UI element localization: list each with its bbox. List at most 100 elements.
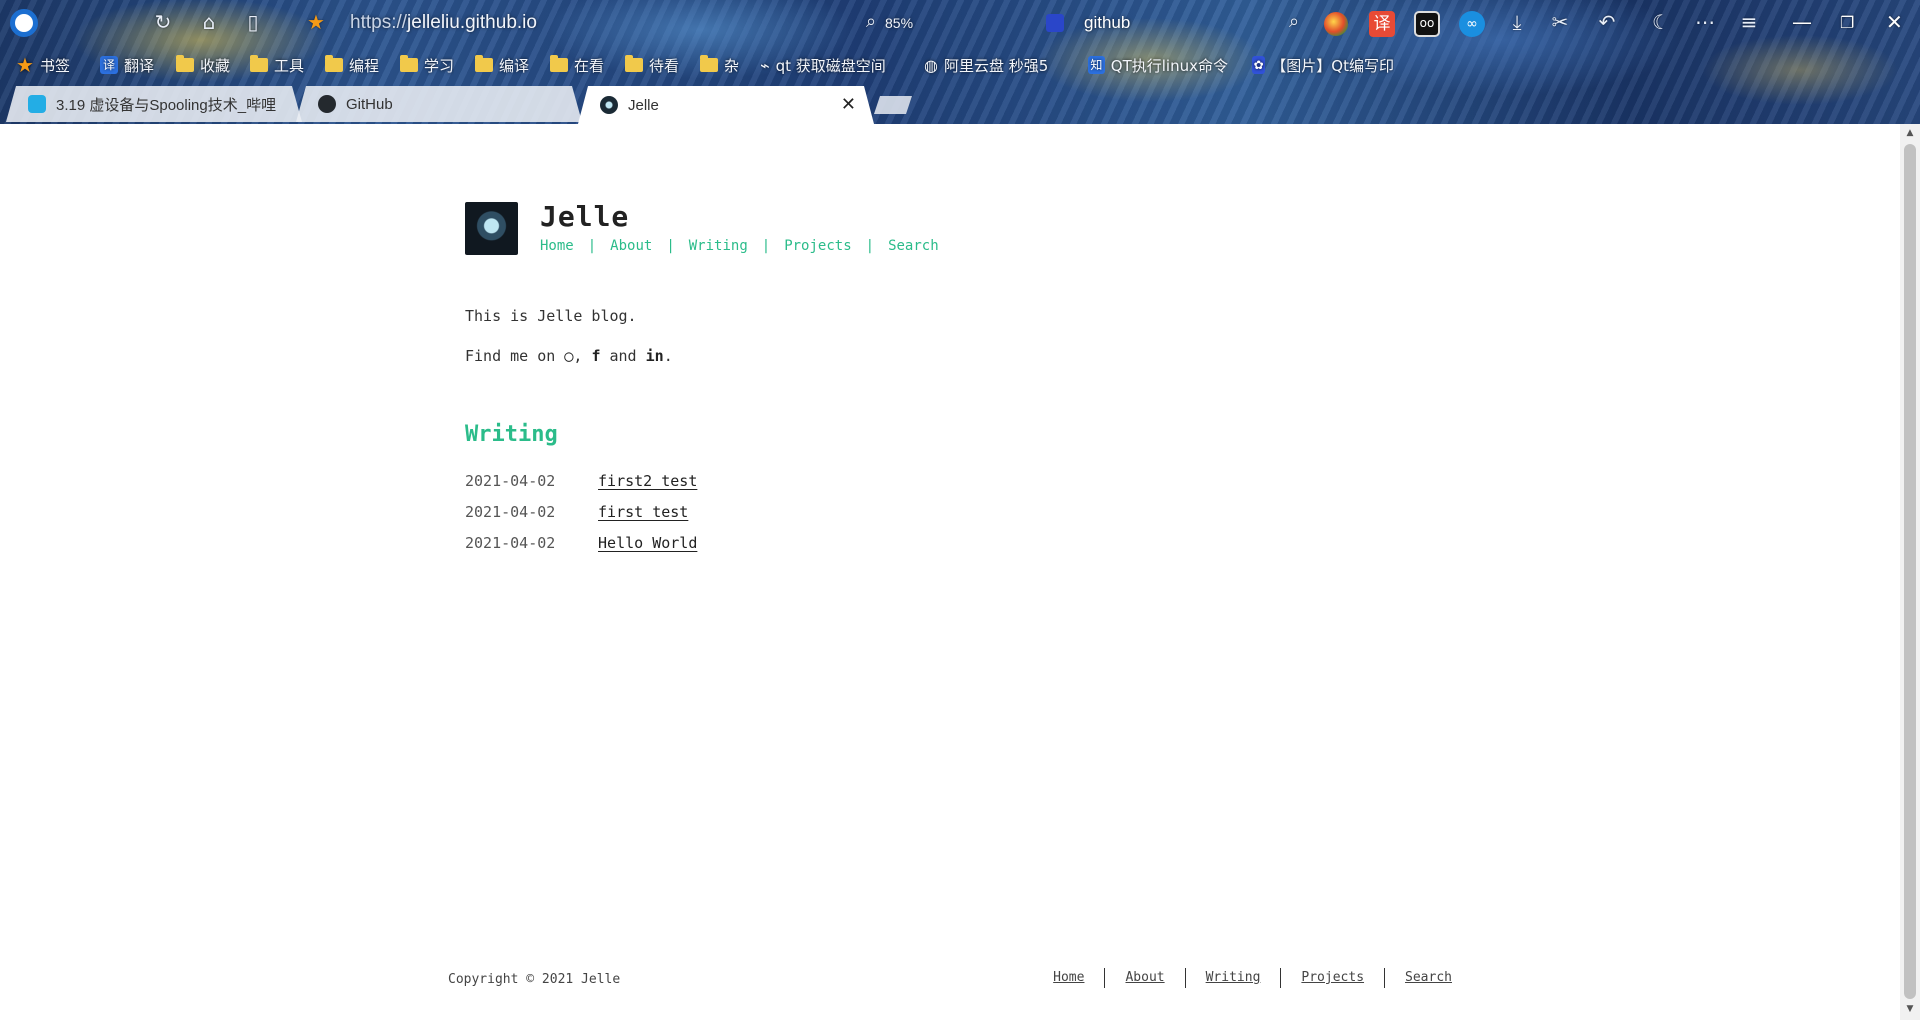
bookmarks-bar: ★ 书签 译翻译 收藏 工具 编程 学习 编译 在看 待看 杂 ⌁ qt 获取磁盘空… <box>0 50 1920 80</box>
url-host: jelleliu.github.io <box>407 12 537 33</box>
folder-icon <box>325 55 343 72</box>
zoom-icon[interactable]: ⌕ <box>858 10 884 36</box>
zoom-level[interactable]: 85% <box>885 15 913 31</box>
refresh-icon[interactable]: ↻ <box>150 10 176 36</box>
bookmark-folder[interactable]: 待看 <box>625 54 679 76</box>
globe-icon: ◍ <box>924 55 938 75</box>
bookmark-folder[interactable]: 编程 <box>325 54 379 76</box>
intro-section: This is Jelle blog. Find me on ◯, f and … <box>465 304 673 384</box>
post-date: 2021-04-02 <box>465 534 556 552</box>
page-scrollbar[interactable]: ▲ ▼ <box>1900 124 1920 1020</box>
bookmark-item[interactable]: ⌁ qt 获取磁盘空间 <box>760 54 910 76</box>
bookmark-item[interactable]: 知 QT执行linux命令 <box>1088 54 1228 76</box>
bilibili-icon <box>28 95 46 113</box>
search-icon[interactable]: ⌕ <box>1281 10 1307 36</box>
avatar-icon <box>600 96 618 114</box>
folder-icon <box>176 55 194 72</box>
find-me-line: Find me on ◯, f and in. <box>465 347 673 365</box>
bookmark-item[interactable]: ★ 书签 <box>16 54 70 76</box>
scroll-down-icon[interactable]: ▼ <box>1904 1004 1916 1014</box>
address-bar[interactable]: https://jelleliu.github.io <box>350 12 537 34</box>
search-engine-icon[interactable] <box>1046 14 1064 32</box>
download-icon[interactable]: ⤓ <box>1504 10 1530 36</box>
avatar[interactable] <box>465 202 518 255</box>
home-icon[interactable]: ⌂ <box>196 10 222 36</box>
footer-nav-writing[interactable]: Writing <box>1184 968 1281 988</box>
browser-chrome: ↻ ⌂ ▯ ★ https://jelleliu.github.io ⌕ 85%… <box>0 0 1920 124</box>
folder-icon <box>475 55 493 72</box>
post-date: 2021-04-02 <box>465 503 556 521</box>
folder-icon <box>625 55 643 72</box>
baidu-icon: ✿ <box>1252 56 1266 74</box>
translate-icon: 译 <box>100 56 118 74</box>
nav-home[interactable]: Home <box>540 238 574 254</box>
bookmark-folder[interactable]: 工具 <box>250 54 304 76</box>
bookmark-folder[interactable]: 学习 <box>400 54 454 76</box>
close-window-icon[interactable]: ✕ <box>1886 10 1903 34</box>
address-bar-row: ↻ ⌂ ▯ ★ https://jelleliu.github.io ⌕ 85%… <box>0 0 1920 46</box>
github-icon <box>318 95 336 113</box>
extension-ball-icon[interactable] <box>1324 12 1348 36</box>
bookmark-item[interactable]: 译翻译 <box>100 54 154 76</box>
footer-nav: Home About Writing Projects Search <box>1033 968 1452 988</box>
url-scheme: https:// <box>350 12 408 33</box>
post-link[interactable]: Hello World <box>598 534 697 552</box>
list-item: 2021-04-02 first2 test <box>465 472 697 503</box>
translate-extension-icon[interactable]: 译 <box>1369 11 1395 37</box>
linkedin-icon[interactable]: in <box>646 347 664 365</box>
intro-text: This is Jelle blog. <box>465 307 637 325</box>
nav-projects[interactable]: Projects <box>784 238 851 254</box>
new-tab-button[interactable] <box>874 96 912 114</box>
post-link[interactable]: first test <box>598 503 688 521</box>
menu-icon[interactable]: ≡ <box>1736 10 1762 36</box>
post-date: 2021-04-02 <box>465 472 556 490</box>
close-tab-icon[interactable]: ✕ <box>841 94 856 115</box>
folder-icon <box>250 55 268 72</box>
facebook-icon[interactable]: f <box>591 347 600 365</box>
folder-icon <box>700 55 718 72</box>
undo-icon[interactable]: ↶ <box>1594 10 1620 36</box>
footer-nav-home[interactable]: Home <box>1033 968 1104 988</box>
extension-infinity-icon[interactable]: ∞ <box>1459 11 1485 37</box>
bookmark-item[interactable]: ✿ 【图片】Qt编写印 <box>1252 54 1394 76</box>
github-icon[interactable]: ◯ <box>564 347 573 365</box>
main-nav: Home | About | Writing | Projects | Search <box>540 238 939 254</box>
site-footer: Copyright © 2021 Jelle Home About Writin… <box>448 968 1452 996</box>
tab-github[interactable]: GitHub <box>296 86 582 122</box>
list-item: 2021-04-02 Hello World <box>465 534 697 565</box>
tab-bilibili[interactable]: 3.19 虚设备与Spooling技术_哔哩 <box>6 86 302 122</box>
bookmark-folder[interactable]: 在看 <box>550 54 604 76</box>
tab-jelle[interactable]: Jelle ✕ <box>578 86 874 124</box>
restore-icon[interactable]: ❐ <box>1840 13 1854 32</box>
nav-search[interactable]: Search <box>888 238 939 254</box>
zhihu-icon: 知 <box>1088 56 1105 74</box>
copyright-text: Copyright © 2021 Jelle <box>448 972 621 987</box>
bookmark-folder[interactable]: 杂 <box>700 54 739 76</box>
scroll-up-icon[interactable]: ▲ <box>1904 128 1916 138</box>
link-icon: ⌁ <box>760 55 770 75</box>
minimize-icon[interactable]: — <box>1792 10 1812 34</box>
nav-writing[interactable]: Writing <box>689 238 748 254</box>
post-link[interactable]: first2 test <box>598 472 697 490</box>
bookmark-item[interactable]: ◍ 阿里云盘 秒强5 <box>924 54 1058 76</box>
footer-nav-projects[interactable]: Projects <box>1280 968 1384 988</box>
post-list: 2021-04-02 first2 test 2021-04-02 first … <box>465 472 697 565</box>
search-box[interactable]: github <box>1084 13 1130 33</box>
more-icon[interactable]: ⋯ <box>1692 10 1718 36</box>
reader-mode-icon[interactable]: ▯ <box>240 10 266 36</box>
scroll-thumb[interactable] <box>1904 144 1916 999</box>
night-mode-icon[interactable]: ☾ <box>1648 10 1674 36</box>
bookmark-star-icon[interactable]: ★ <box>303 10 329 36</box>
list-item: 2021-04-02 first test <box>465 503 697 534</box>
scissors-icon[interactable]: ✂ <box>1547 10 1573 36</box>
bookmark-folder[interactable]: 收藏 <box>176 54 230 76</box>
bookmark-folder[interactable]: 编译 <box>475 54 529 76</box>
browser-logo-icon[interactable] <box>10 9 38 37</box>
nav-about[interactable]: About <box>610 238 652 254</box>
footer-nav-search[interactable]: Search <box>1384 968 1452 988</box>
footer-nav-about[interactable]: About <box>1104 968 1184 988</box>
star-icon: ★ <box>16 54 34 76</box>
site-title: Jelle <box>540 200 630 233</box>
extension-glasses-icon[interactable]: oo <box>1414 11 1440 37</box>
tab-strip: 3.19 虚设备与Spooling技术_哔哩 GitHub Jelle ✕ <box>0 86 1920 124</box>
